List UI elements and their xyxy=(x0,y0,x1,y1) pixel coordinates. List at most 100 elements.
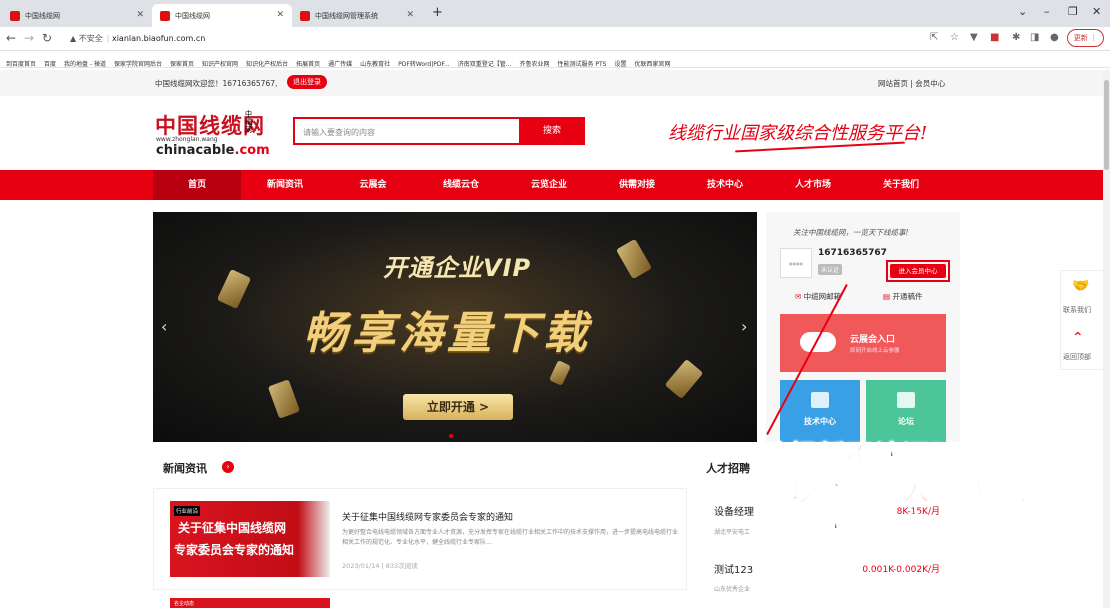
bookmark-item[interactable]: 百度 xyxy=(44,55,56,67)
open-line-link[interactable]: ▤ 开通稿件 xyxy=(883,291,922,302)
contact-us-link[interactable]: 联系我们 xyxy=(1063,305,1091,315)
maximize-icon[interactable]: ❐ xyxy=(1068,5,1078,18)
search-input[interactable]: 请输入要查询的内容 xyxy=(293,117,519,145)
site-favicon-icon xyxy=(10,10,20,21)
news-section-title: 新闻资讯 xyxy=(163,462,207,475)
nav-item[interactable]: 云览企业 xyxy=(505,170,593,200)
browser-update-button[interactable]: 更新 ⋮ xyxy=(1066,29,1104,47)
news-thumbnail[interactable]: 名企动态 xyxy=(170,598,330,608)
job-company: 山东优秀企业 xyxy=(714,586,751,593)
bookmark-item[interactable]: 知识化产权后台 xyxy=(246,55,288,67)
bookmark-item[interactable]: 到百度首页 xyxy=(6,55,36,67)
banner-prev-icon[interactable]: ‹ xyxy=(161,317,167,336)
extension-icon[interactable]: ■ xyxy=(990,32,999,43)
vip-banner[interactable]: 开通企业VIP 畅享海量下载 立即开通 > ‹ › xyxy=(153,212,757,442)
browser-tab[interactable]: 中国线缆网管理系统 ✕ xyxy=(292,4,422,27)
enter-member-center-button[interactable]: 进入会员中心 xyxy=(890,264,946,278)
bookmark-item[interactable]: 性能测试服务 PTS xyxy=(557,55,606,67)
news-more-icon[interactable]: › xyxy=(222,461,234,473)
coin-decoration xyxy=(549,360,571,386)
news-meta: 2023/01/14 | 833次阅读 xyxy=(342,562,418,570)
new-tab-button[interactable]: + xyxy=(432,5,443,20)
close-window-icon[interactable]: ✕ xyxy=(1092,5,1101,18)
bookmark-star-icon[interactable]: ☆ xyxy=(950,32,959,43)
bookmark-item[interactable]: 通广传媒 xyxy=(328,55,352,67)
follow-text: 关注中国线缆网，一览天下线缆事! xyxy=(793,228,909,237)
tab-label: 中国线缆网管理系统 xyxy=(315,11,378,20)
security-warning[interactable]: ▲ 不安全 xyxy=(70,34,103,43)
bookmark-item[interactable]: 优联西家官网 xyxy=(634,55,670,67)
close-tab-icon[interactable]: ✕ xyxy=(276,10,284,20)
news-headline[interactable]: 关于征集中国线缆网专家委员会专家的通知 xyxy=(342,510,513,523)
site-favicon-icon xyxy=(300,10,310,21)
bookmark-item[interactable]: 设置 xyxy=(614,55,626,67)
bookmark-item[interactable]: 济南双重登记【管... xyxy=(458,55,512,67)
bookmark-item[interactable]: 保家首页 xyxy=(170,55,194,67)
scrollbar-thumb[interactable] xyxy=(1104,80,1109,170)
unverified-badge: 未认证 xyxy=(818,264,843,275)
tab-search-icon[interactable]: ⌄ xyxy=(1018,5,1027,18)
bookmarks-bar: 到百度首页 百度 我的地盘 - 禅道 保家学院官网后台 保家首页 知识产权官网 知识化产权后… xyxy=(0,51,1110,68)
update-label: 更新 xyxy=(1073,34,1088,42)
monitor-icon xyxy=(811,392,829,408)
forward-icon[interactable]: → xyxy=(24,31,34,45)
extensions-puzzle-icon[interactable]: ✱ xyxy=(1012,32,1020,43)
site-favicon-icon xyxy=(160,10,170,21)
coin-decoration xyxy=(664,358,704,400)
page-scrollbar[interactable] xyxy=(1103,70,1110,608)
close-tab-icon[interactable]: ✕ xyxy=(406,10,414,20)
bookmark-item[interactable]: 我的地盘 - 禅道 xyxy=(64,55,106,67)
mail-link[interactable]: ✉ 中缆网邮箱 xyxy=(795,291,841,302)
share-icon[interactable]: ⇱ xyxy=(930,32,938,43)
annotation-line-1: 选择暂不认证时 xyxy=(761,440,958,472)
open-vip-button[interactable]: 立即开通 > xyxy=(403,394,513,420)
bookmark-item[interactable]: PDF转Word|PDF... xyxy=(398,55,450,67)
open-line-label: 开通稿件 xyxy=(892,292,923,301)
browser-tab[interactable]: 中国线缆网 ✕ xyxy=(2,4,152,27)
logo-en[interactable]: chinacable.com xyxy=(156,143,270,158)
nav-item[interactable]: 人才市场 xyxy=(769,170,857,200)
minimize-icon[interactable]: – xyxy=(1044,5,1050,18)
cloud-expo-title: 云展会入口 xyxy=(850,335,896,345)
nav-item[interactable]: 线缆云仓 xyxy=(417,170,505,200)
bookmark-item[interactable]: 齐鲁农业网 xyxy=(519,55,549,67)
sidebar-icon[interactable]: ◨ xyxy=(1030,32,1039,43)
bookmark-item[interactable]: 山东教育社 xyxy=(360,55,390,67)
bookmark-item[interactable]: 拓展首页 xyxy=(296,55,320,67)
news-thumbnail[interactable]: 行业前沿 关于征集中国线缆网 专家委员会专家的通知 xyxy=(170,501,330,577)
user-phone: 16716365767 xyxy=(818,248,887,258)
close-tab-icon[interactable]: ✕ xyxy=(136,10,144,20)
job-title[interactable]: 设备经理 xyxy=(714,503,754,518)
annotation-line-2: 可以通过进入会员中心 xyxy=(761,476,1042,508)
reload-icon[interactable]: ↻ xyxy=(42,31,52,45)
coin-decoration xyxy=(267,379,301,419)
url-field[interactable]: ▲ 不安全 | xianlan.biaofun.com.cn xyxy=(70,33,205,44)
bookmark-item[interactable]: 保家学院官网后台 xyxy=(114,55,162,67)
nav-item[interactable]: 关于我们 xyxy=(857,170,945,200)
bookmark-item[interactable]: 知识产权官网 xyxy=(202,55,238,67)
search-button[interactable]: 搜索 xyxy=(519,117,585,145)
forum-card[interactable]: 论坛 xyxy=(866,380,946,442)
nav-item[interactable]: 技术中心 xyxy=(681,170,769,200)
enter-member-center-highlight[interactable]: 进入会员中心 xyxy=(886,260,950,282)
carousel-dot[interactable] xyxy=(449,434,453,438)
nav-item[interactable]: 云展会 xyxy=(329,170,417,200)
back-to-top-link[interactable]: 返回顶部 xyxy=(1063,352,1091,362)
nav-item[interactable]: 供需对接 xyxy=(593,170,681,200)
chat-icon xyxy=(897,392,915,408)
logout-button[interactable]: 退出登录 xyxy=(287,75,327,89)
logo-sub: 中缆网 xyxy=(245,110,252,134)
top-links[interactable]: 网站首页 | 会员中心 xyxy=(878,78,945,89)
profile-icon[interactable]: ● xyxy=(1050,32,1059,43)
banner-headline: 畅享海量下载 xyxy=(303,308,591,359)
nav-item[interactable]: 新闻资讯 xyxy=(241,170,329,200)
back-to-top-icon[interactable]: ⌃ xyxy=(1072,330,1084,346)
job-title[interactable]: 测试123 xyxy=(714,561,753,576)
back-icon[interactable]: ← xyxy=(6,31,16,45)
job-pay: 0.001K-0.002K/月 xyxy=(862,565,940,575)
banner-next-icon[interactable]: › xyxy=(741,317,747,336)
extension-icon[interactable]: ▼ xyxy=(970,32,978,43)
browser-tab-active[interactable]: 中国线缆网 ✕ xyxy=(152,4,292,27)
handshake-icon[interactable]: 🤝 xyxy=(1072,278,1089,294)
nav-item[interactable]: 首页 xyxy=(153,170,241,200)
